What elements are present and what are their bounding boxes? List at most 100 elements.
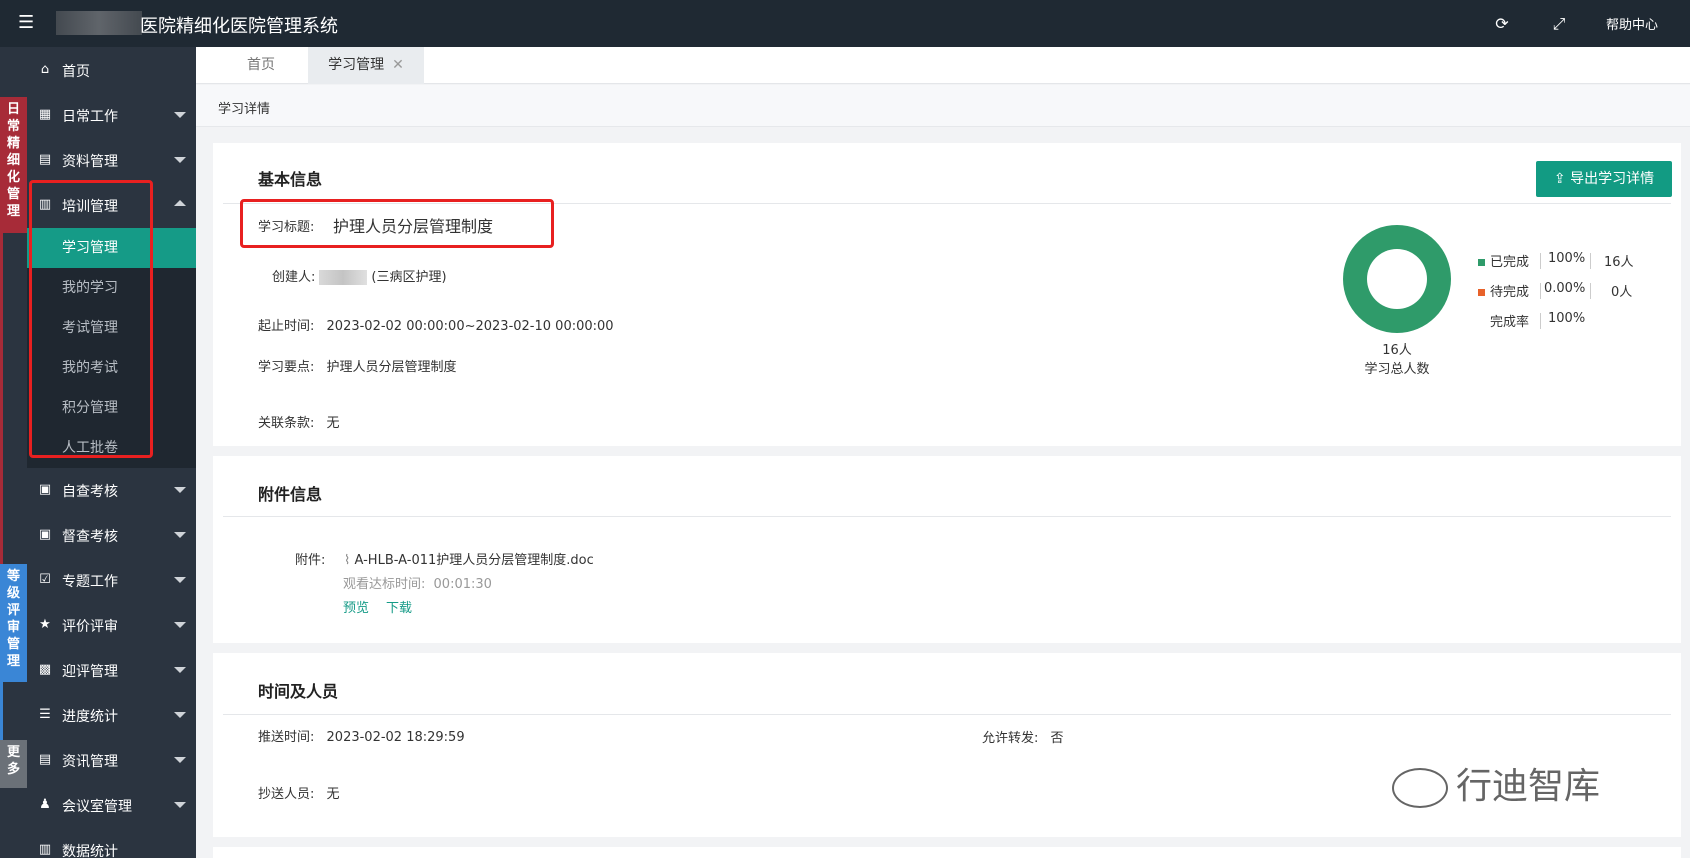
export-button-label: 导出学习详情 [1570, 171, 1655, 187]
sidebar-item-label: 迎评管理 [62, 664, 118, 680]
time-people-title: 时间及人员 [258, 682, 339, 701]
help-center-link[interactable]: 帮助中心 [1606, 14, 1658, 33]
sidebar-item-data-stats[interactable]: ▥ 数据统计 [27, 828, 196, 858]
legend-pending: 待完成 0.00% 0人 [1478, 281, 1638, 301]
wechat-logo-icon [1392, 768, 1448, 808]
push-time-field: 推送时间: 2023-02-02 18:29:59 [258, 726, 465, 745]
creator-field: 创建人: (三病区护理) [272, 266, 447, 285]
chevron-down-icon [174, 757, 186, 763]
next-card [213, 847, 1681, 858]
category-more[interactable]: 更多 [0, 740, 27, 788]
time-people-card: 时间及人员 [213, 653, 1681, 837]
preview-link[interactable]: 预览 [343, 597, 369, 616]
sidebar-item-supervision[interactable]: ▣ 督查考核 [27, 513, 196, 558]
menu-icon[interactable]: ☰ [18, 12, 40, 34]
clipboard-check-icon: ▣ [38, 527, 52, 542]
watermark: 行迪智库 [1392, 757, 1600, 809]
sidebar-item-special-work[interactable]: ☑ 专题工作 [27, 558, 196, 603]
news-icon: ▤ [38, 752, 52, 767]
breadcrumb: 学习详情 [218, 102, 271, 117]
pending-count: 0人 [1611, 285, 1633, 300]
folder-icon: ▤ [38, 152, 52, 167]
creator-label: 创建人: [272, 270, 316, 285]
attachment-file[interactable]: ⌇ A-HLB-A-011护理人员分层管理制度.doc [344, 549, 594, 568]
cc-label: 抄送人员: [258, 787, 315, 802]
sidebar-item-meeting-room[interactable]: ♟ 会议室管理 [27, 783, 196, 828]
clipboard-icon: ▣ [38, 482, 52, 497]
period-field: 起止时间: 2023-02-02 00:00:00~2023-02-10 00:… [258, 315, 614, 334]
watch-time-label: 观看达标时间: [343, 577, 426, 592]
chevron-up-icon [174, 200, 186, 206]
save-icon: ▩ [38, 662, 52, 677]
category-daily[interactable]: 日常精细化管理 [0, 97, 27, 233]
total-count: 16人 [1382, 343, 1412, 358]
close-icon[interactable]: ✕ [392, 57, 404, 73]
completion-donut [1343, 225, 1451, 333]
forward-label: 允许转发: [982, 731, 1039, 746]
sidebar-item-review-prep[interactable]: ▩ 迎评管理 [27, 648, 196, 693]
rate-label: 完成率 [1490, 315, 1530, 330]
period-value: 2023-02-02 00:00:00~2023-02-10 00:00:00 [326, 319, 614, 334]
chevron-down-icon [174, 712, 186, 718]
sidebar-item-label: 进度统计 [62, 709, 118, 725]
chevron-down-icon [174, 577, 186, 583]
breadcrumb-bar: 学习详情 [196, 85, 1690, 127]
sidebar-item-label: 资讯管理 [62, 754, 118, 770]
attachment-title: 附件信息 [258, 485, 323, 504]
sidebar-item-label: 资料管理 [62, 154, 118, 170]
sidebar-item-self-check[interactable]: ▣ 自查考核 [27, 468, 196, 513]
points-value: 护理人员分层管理制度 [326, 360, 457, 375]
refresh-icon[interactable]: ⟳ [1491, 13, 1513, 35]
tab-label: 学习管理 [328, 57, 385, 73]
legend-completed: 已完成 100% 16人 [1478, 251, 1638, 271]
pending-label: 待完成 [1490, 285, 1530, 300]
people-icon: ♟ [39, 797, 51, 812]
clause-field: 关联条款: 无 [258, 412, 340, 431]
sidebar-item-label: 自查考核 [62, 484, 118, 500]
cc-field: 抄送人员: 无 [258, 783, 340, 802]
donut-hole [1367, 249, 1427, 309]
sidebar-item-materials[interactable]: ▤ 资料管理 [27, 138, 196, 183]
app-title: 医院精细化医院管理系统 [140, 16, 338, 37]
export-study-details-button[interactable]: ⇪ 导出学习详情 [1536, 161, 1672, 197]
category-grade[interactable]: 等级评审管理 [0, 564, 27, 682]
sidebar-item-daily-work[interactable]: ▦ 日常工作 [27, 93, 196, 138]
divider [1540, 253, 1541, 269]
fullscreen-icon[interactable]: ⤢ [1548, 13, 1570, 35]
points-label: 学习要点: [258, 360, 315, 375]
sidebar-item-evaluation[interactable]: ★ 评价评审 [27, 603, 196, 648]
attachment-file-name: A-HLB-A-011护理人员分层管理制度.doc [354, 553, 594, 568]
divider [223, 714, 1671, 715]
period-label: 起止时间: [258, 319, 315, 334]
category-daily-line [0, 233, 3, 564]
completed-percent: 100% [1548, 251, 1586, 266]
basic-info-card: 基本信息 [213, 143, 1681, 446]
bars-icon: ☰ [39, 707, 51, 722]
tab-home[interactable]: 首页 [216, 47, 306, 84]
divider [223, 516, 1671, 517]
legend-rate: 完成率 100% [1478, 311, 1638, 331]
tab-study-management[interactable]: 学习管理 ✕ [308, 47, 424, 84]
completed-label: 已完成 [1490, 255, 1530, 270]
sidebar-item-home[interactable]: ⌂ 首页 [27, 48, 196, 93]
sidebar-item-label: 日常工作 [62, 109, 118, 125]
highlight-box-training [29, 180, 153, 458]
sidebar-item-news[interactable]: ▤ 资讯管理 [27, 738, 196, 783]
points-field: 学习要点: 护理人员分层管理制度 [258, 356, 457, 375]
divider [1590, 253, 1591, 269]
divider [1540, 313, 1541, 329]
download-link[interactable]: 下载 [386, 597, 412, 616]
cc-value: 无 [326, 787, 340, 802]
sidebar-item-progress[interactable]: ☰ 进度统计 [27, 693, 196, 738]
chevron-down-icon [174, 532, 186, 538]
sidebar-item-label: 首页 [62, 64, 90, 80]
chevron-down-icon [174, 667, 186, 673]
watermark-text: 行迪智库 [1456, 766, 1601, 807]
highlight-box-study-title [240, 199, 554, 248]
push-time-label: 推送时间: [258, 730, 315, 745]
sidebar-item-label: 数据统计 [62, 844, 118, 858]
pending-dot-icon [1478, 289, 1485, 296]
sidebar-item-label: 督查考核 [62, 529, 118, 545]
chevron-down-icon [174, 487, 186, 493]
export-icon: ⇪ [1553, 171, 1566, 187]
